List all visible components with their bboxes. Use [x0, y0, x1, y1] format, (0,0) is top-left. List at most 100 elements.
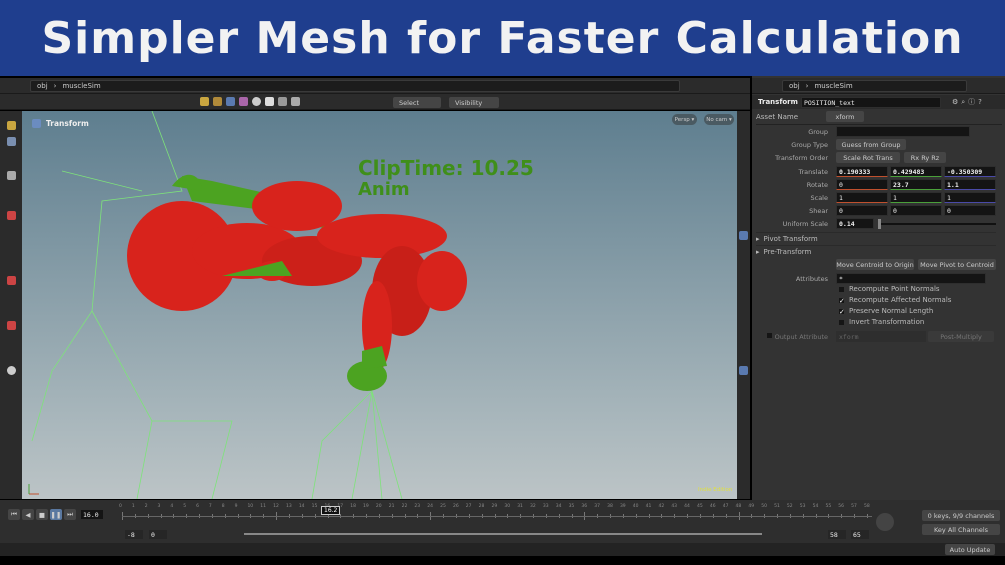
- checkbox[interactable]: [838, 285, 845, 293]
- group-type-dropdown[interactable]: Guess from Group: [836, 139, 906, 150]
- cliptime-overlay: ClipTime: 10.25 Anim: [358, 156, 534, 200]
- tick-label: 25: [440, 504, 446, 509]
- handle-tool-icon[interactable]: [7, 121, 16, 130]
- edge-icon[interactable]: [252, 97, 261, 106]
- node-name-field[interactable]: POSITION_text: [800, 96, 941, 108]
- tick-label: 21: [388, 504, 395, 509]
- scale-y[interactable]: 1: [890, 192, 942, 203]
- range-end-field[interactable]: 58: [827, 529, 847, 540]
- step-back-button[interactable]: ◀: [22, 509, 34, 520]
- scale-x[interactable]: 1: [836, 192, 888, 203]
- tick-label: 56: [838, 504, 845, 509]
- pre-transform-folder[interactable]: ▸ Pre-Transform: [756, 245, 996, 257]
- magnet-icon[interactable]: [7, 211, 16, 220]
- left-toolbar: [0, 111, 22, 499]
- view-tool-icon[interactable]: [7, 137, 16, 146]
- edition-label: Indie Edition: [698, 487, 733, 493]
- info-icon[interactable]: ⓘ: [968, 97, 975, 107]
- viewer-toolbar: Select Visibility: [0, 94, 750, 110]
- shear-z[interactable]: 0: [944, 205, 996, 216]
- stop-button[interactable]: ■: [36, 509, 48, 520]
- path-obj[interactable]: obj: [37, 82, 48, 90]
- select-dropdown[interactable]: Select: [393, 97, 441, 108]
- checkbox[interactable]: ✓: [838, 307, 845, 315]
- select-icon[interactable]: [7, 171, 16, 180]
- frame-ruler[interactable]: 0123456789101112131415161718192021222324…: [119, 504, 874, 524]
- tick-label: 31: [517, 504, 523, 509]
- box-select-icon[interactable]: [265, 97, 274, 106]
- rotation-order-dropdown[interactable]: Rx Ry Rz: [904, 152, 946, 163]
- first-frame-button[interactable]: ⏮: [8, 509, 20, 520]
- 3d-viewport[interactable]: Transform Persp ▾ No cam ▾ ClipTime: 10.…: [22, 111, 737, 499]
- attributes-field[interactable]: *: [836, 273, 986, 284]
- move-pivot-button[interactable]: Move Pivot to Centroid: [918, 259, 996, 270]
- search-icon[interactable]: ⌕: [961, 98, 965, 107]
- pivot-transform-folder[interactable]: ▸ Pivot Transform: [756, 232, 996, 244]
- tick-label: 52: [786, 504, 793, 509]
- translate-z[interactable]: -0.350309: [944, 166, 996, 177]
- pause-button[interactable]: ❚❚: [50, 509, 62, 520]
- vertex-icon[interactable]: [239, 97, 248, 106]
- keys-info[interactable]: 0 keys, 9/9 channels: [922, 510, 1000, 521]
- group-field[interactable]: [836, 126, 970, 137]
- key-icon[interactable]: [876, 513, 894, 531]
- range-slider[interactable]: [244, 533, 762, 535]
- viewer-path[interactable]: obj › muscleSim: [30, 79, 680, 92]
- output-attribute-field[interactable]: xform: [836, 331, 926, 342]
- asset-name-dropdown[interactable]: xform: [826, 111, 864, 122]
- tick-label: 42: [658, 504, 665, 509]
- output-mode-dropdown[interactable]: Post-Multiply: [928, 331, 994, 342]
- last-frame-button[interactable]: ⏭: [64, 509, 76, 520]
- translate-y[interactable]: 0.429483: [890, 166, 942, 177]
- visibility-dropdown[interactable]: Visibility: [449, 97, 499, 108]
- camera-icon[interactable]: [7, 366, 16, 375]
- rotate-x[interactable]: 0: [836, 179, 888, 190]
- checkbox[interactable]: [838, 318, 845, 326]
- slider-handle[interactable]: [878, 219, 881, 229]
- tick-label: 11: [260, 504, 267, 509]
- auto-update-dropdown[interactable]: Auto Update: [945, 544, 995, 555]
- range-start2-field[interactable]: 0: [148, 529, 168, 540]
- snap-icon[interactable]: [7, 276, 16, 285]
- checkbox-row[interactable]: Invert Transformation: [838, 318, 924, 326]
- tick-label: 0: [119, 504, 122, 509]
- shear-y[interactable]: 0: [890, 205, 942, 216]
- tick-label: 38: [607, 504, 613, 509]
- brush-icon[interactable]: [291, 97, 300, 106]
- shading-icon[interactable]: [739, 366, 748, 375]
- tick-label: 10: [247, 504, 254, 509]
- scale-z[interactable]: 1: [944, 192, 996, 203]
- checkbox-row[interactable]: ✓ Recompute Affected Normals: [838, 296, 951, 304]
- select-tool-icon[interactable]: [200, 97, 209, 106]
- uniform-scale-slider[interactable]: [878, 219, 996, 229]
- point-tool-icon[interactable]: [226, 97, 235, 106]
- object-tool-icon[interactable]: [213, 97, 222, 106]
- display-option-icon[interactable]: [739, 231, 748, 240]
- uniform-scale-field[interactable]: 0.14: [836, 218, 874, 229]
- tick-label: 6: [196, 504, 199, 509]
- lasso-icon[interactable]: [278, 97, 287, 106]
- help-icon[interactable]: ?: [978, 98, 982, 106]
- range-end2-field[interactable]: 65: [850, 529, 870, 540]
- tick-label: 40: [632, 504, 639, 509]
- snap-grid-icon[interactable]: [7, 321, 16, 330]
- path-musclesim[interactable]: muscleSim: [62, 82, 100, 90]
- gear-icon[interactable]: ⚙: [952, 98, 958, 106]
- checkbox-row[interactable]: ✓ Preserve Normal Length: [838, 307, 933, 315]
- key-all-channels-dropdown[interactable]: Key All Channels: [922, 524, 1000, 535]
- rotate-y[interactable]: 23.7: [890, 179, 942, 190]
- tick-label: 49: [748, 504, 755, 509]
- range-start-field[interactable]: -8: [124, 529, 144, 540]
- param-path[interactable]: obj › muscleSim: [782, 79, 967, 92]
- frame-marker[interactable]: 16.2: [321, 506, 341, 515]
- transform-order-dropdown[interactable]: Scale Rot Trans: [836, 152, 900, 163]
- tick-label: 8: [221, 504, 225, 509]
- rotate-z[interactable]: 1.1: [944, 179, 996, 190]
- checkbox-row[interactable]: Recompute Point Normals: [838, 285, 940, 293]
- translate-x[interactable]: 0.190333: [836, 166, 888, 177]
- move-centroid-button[interactable]: Move Centroid to Origin: [836, 259, 914, 270]
- shear-x[interactable]: 0: [836, 205, 888, 216]
- current-frame-field[interactable]: 16.0: [80, 509, 104, 520]
- checkbox[interactable]: ✓: [838, 296, 845, 304]
- tick-label: 9: [234, 504, 238, 509]
